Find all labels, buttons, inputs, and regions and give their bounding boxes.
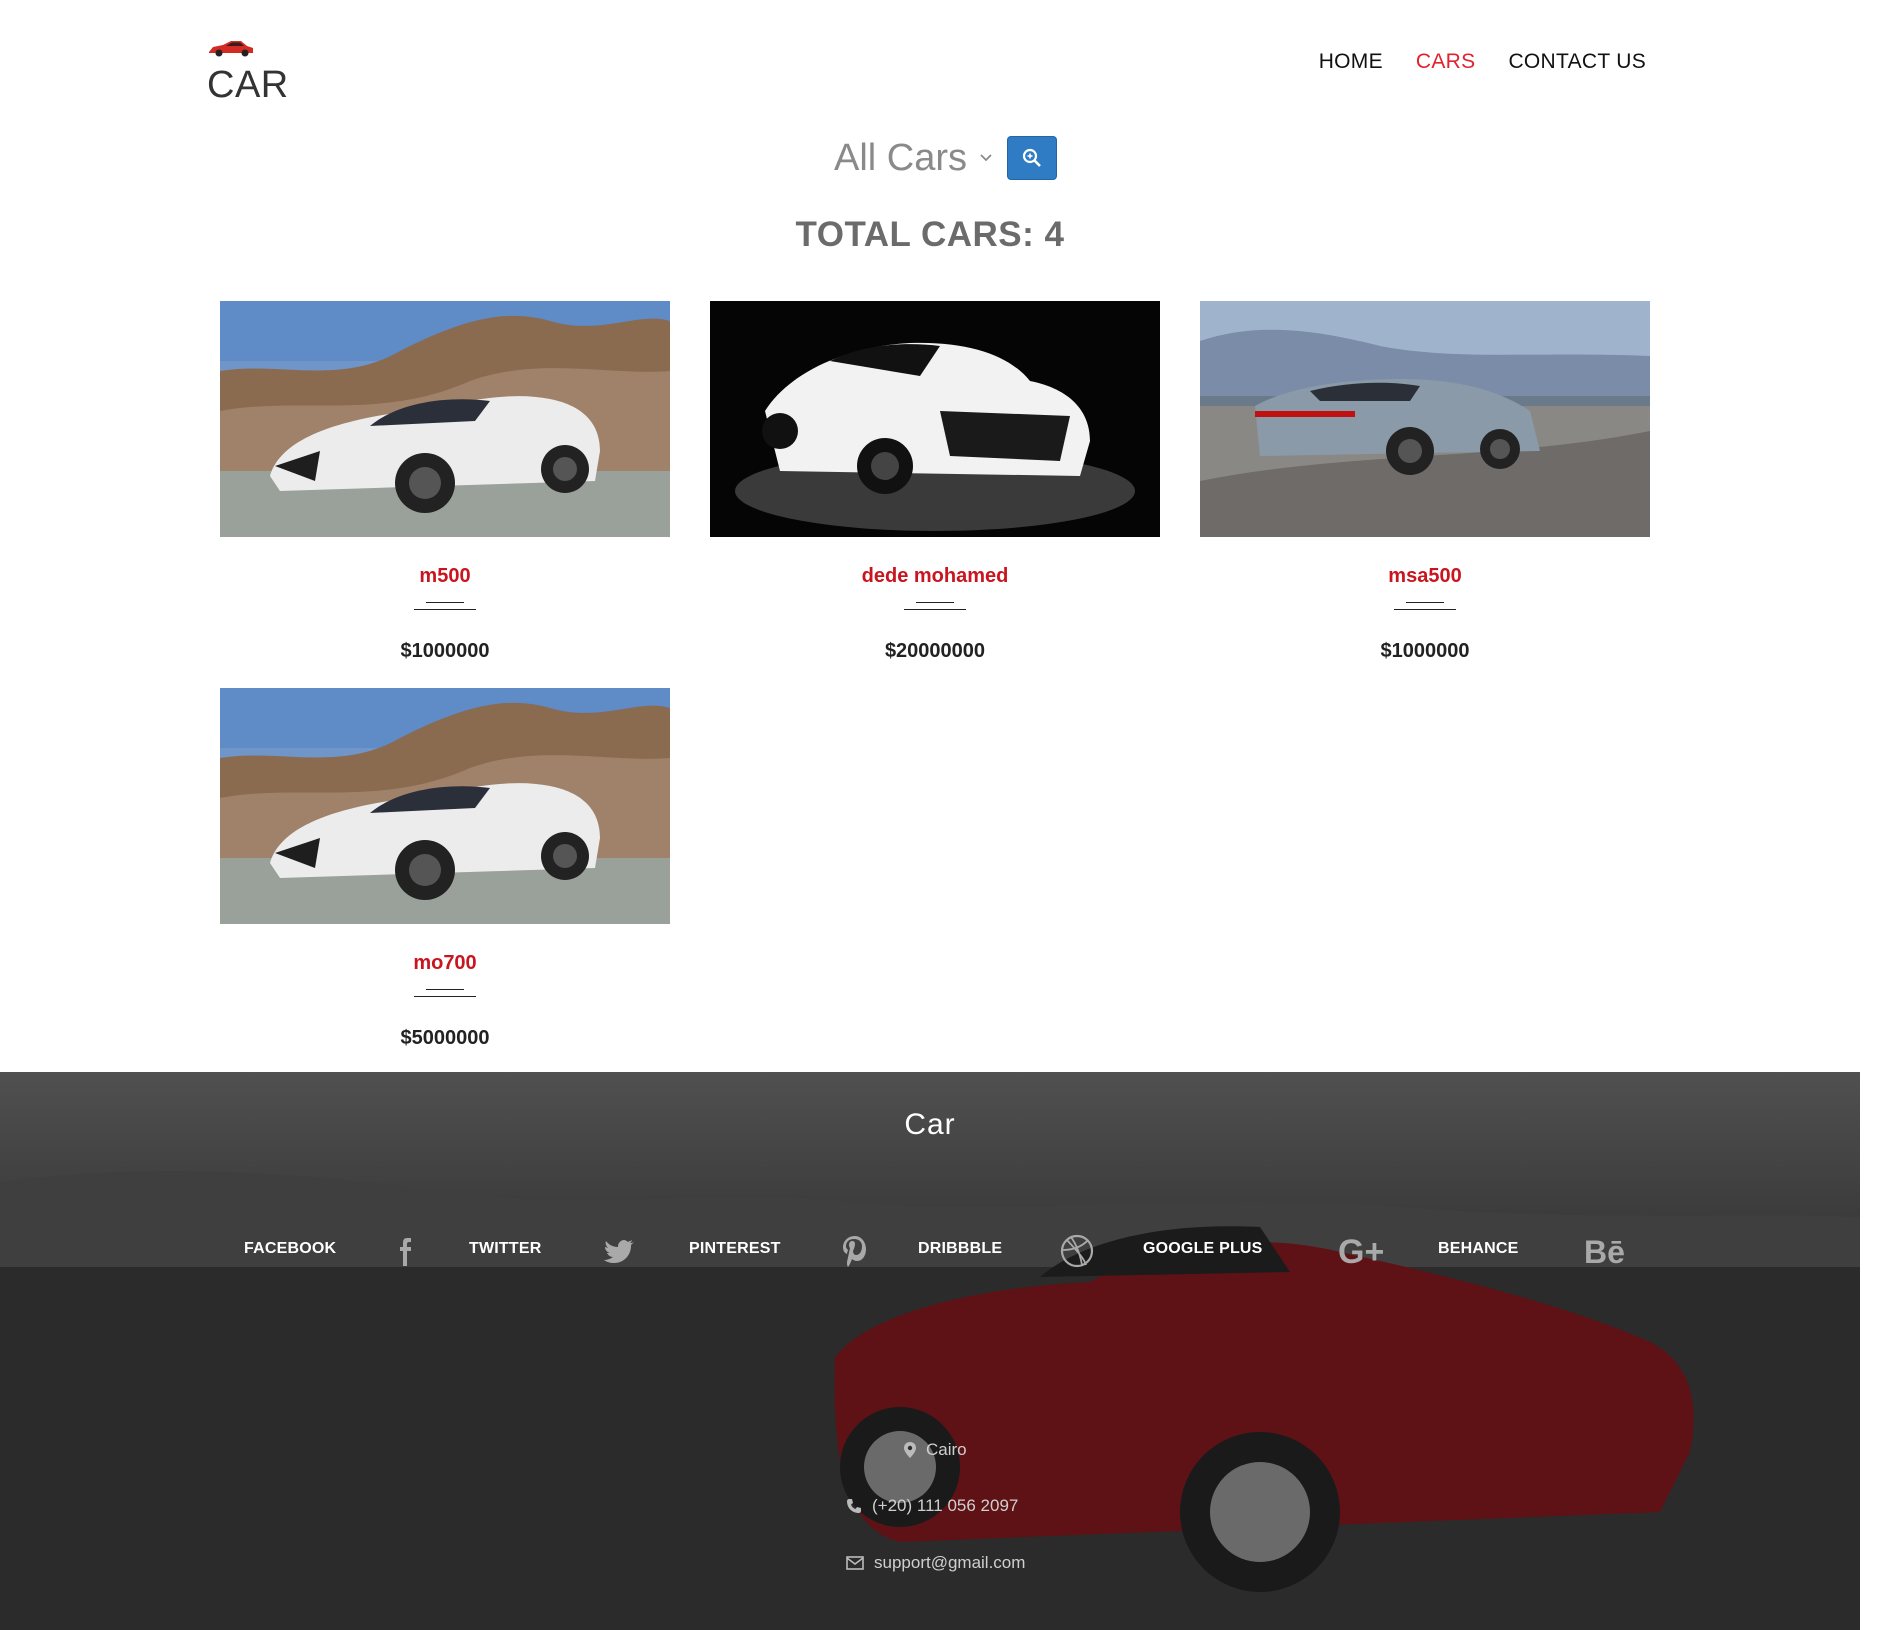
main-nav: HOME CARS CONTACT US <box>1319 50 1646 74</box>
location-text: Cairo <box>926 1440 967 1459</box>
svg-text:Bē: Bē <box>1584 1234 1625 1270</box>
divider <box>414 609 476 610</box>
social-twitter-link[interactable]: TWITTER <box>469 1240 542 1258</box>
divider <box>414 996 476 997</box>
nav-contact-us[interactable]: CONTACT US <box>1508 50 1646 74</box>
category-select[interactable]: All Cars <box>834 137 993 180</box>
pinterest-icon[interactable] <box>836 1232 874 1270</box>
twitter-icon[interactable] <box>600 1232 638 1270</box>
footer-title: Car <box>904 1108 956 1141</box>
car-name[interactable]: mo700 <box>220 952 670 975</box>
car-image[interactable] <box>710 301 1160 537</box>
car-name[interactable]: m500 <box>220 565 670 588</box>
divider <box>916 602 954 603</box>
divider <box>426 989 464 990</box>
social-pinterest-link[interactable]: PINTEREST <box>689 1240 781 1258</box>
svg-text:G+: G+ <box>1338 1233 1384 1270</box>
phone-icon <box>847 1499 861 1513</box>
car-price: $5000000 <box>400 1027 490 1049</box>
facebook-icon[interactable] <box>389 1232 427 1270</box>
divider <box>1394 609 1456 610</box>
divider <box>426 602 464 603</box>
nav-home[interactable]: HOME <box>1319 50 1383 74</box>
divider <box>904 609 966 610</box>
social-behance-link[interactable]: BEHANCE <box>1438 1240 1519 1258</box>
search-zoom-icon <box>1022 148 1041 167</box>
car-image[interactable] <box>220 688 670 924</box>
social-links: FACEBOOK TWITTER PINTEREST DRIBBBLE GOOG… <box>0 1233 1860 1280</box>
car-name[interactable]: msa500 <box>1200 565 1650 588</box>
social-facebook-link[interactable]: FACEBOOK <box>244 1240 336 1258</box>
social-google-plus-link[interactable]: GOOGLE PLUS <box>1143 1240 1263 1258</box>
footer-background-image <box>0 1171 1860 1630</box>
chevron-down-icon <box>980 154 992 162</box>
social-dribbble-link[interactable]: DRIBBBLE <box>918 1240 1002 1258</box>
car-price: $20000000 <box>884 640 986 662</box>
total-cars-heading: TOTAL CARS: 4 <box>795 215 1065 254</box>
car-price: $1000000 <box>1380 640 1470 662</box>
behance-icon[interactable]: Bē <box>1584 1232 1632 1270</box>
email-text[interactable]: support@gmail.com <box>874 1553 1025 1573</box>
dribbble-icon[interactable] <box>1058 1232 1096 1270</box>
divider <box>1406 602 1444 603</box>
brand-name[interactable]: CAR <box>207 64 289 107</box>
car-card[interactable]: msa500 $1000000 <box>1200 301 1650 663</box>
car-price: $1000000 <box>400 640 490 662</box>
contact-phone: (+20) 111 056 2097 <box>846 1496 1018 1516</box>
envelope-icon <box>846 1556 864 1570</box>
car-card[interactable]: dede mohamed $20000000 <box>710 301 1160 663</box>
contact-location: Cairo <box>904 1440 967 1460</box>
car-card[interactable]: mo700 $5000000 <box>220 688 670 1050</box>
car-card[interactable]: m500 $1000000 <box>220 301 670 663</box>
logo[interactable] <box>207 38 255 58</box>
category-select-value: All Cars <box>834 136 968 179</box>
google-plus-icon[interactable]: G+ <box>1338 1232 1390 1270</box>
nav-cars[interactable]: CARS <box>1416 50 1476 74</box>
map-marker-icon <box>904 1442 916 1458</box>
footer: Car FACEBOOK TWITTER PINTEREST DRIBBBLE … <box>0 1072 1860 1630</box>
car-name[interactable]: dede mohamed <box>710 565 1160 588</box>
car-image[interactable] <box>220 301 670 537</box>
car-filter: All Cars <box>834 136 1058 180</box>
car-image[interactable] <box>1200 301 1650 537</box>
phone-text[interactable]: (+20) 111 056 2097 <box>872 1496 1018 1516</box>
red-car-icon <box>209 41 253 57</box>
search-button[interactable] <box>1007 136 1058 180</box>
contact-email: support@gmail.com <box>846 1553 1025 1573</box>
